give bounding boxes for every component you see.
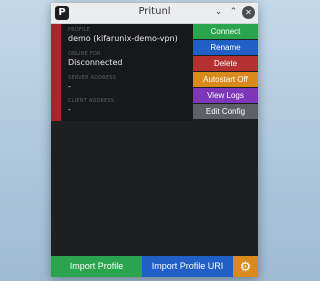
profile-status: Disconnected xyxy=(68,58,123,67)
profile-status-field: ONLINE FOR Disconnected xyxy=(68,51,122,67)
settings-button[interactable]: ⚙ xyxy=(233,256,258,277)
profile-name-label: PROFILE xyxy=(68,27,91,33)
client-address: - xyxy=(68,105,71,114)
profile-name-field: PROFILE demo (kifarunix-demo-vpn) xyxy=(68,27,178,43)
minimize-icon[interactable]: ⌄ xyxy=(212,6,225,19)
server-address-label: SERVER ADDRESS xyxy=(68,75,117,81)
client-address-label: CLIENT ADDRESS xyxy=(68,98,115,104)
import-profile-button[interactable]: Import Profile xyxy=(51,256,142,277)
pritunl-window: P Pritunl ⌄ ⌃ ✕ PROFILE demo (kifarunix-… xyxy=(51,3,258,277)
client-address-field: CLIENT ADDRESS - xyxy=(68,98,114,114)
import-profile-uri-button[interactable]: Import Profile URI xyxy=(142,256,233,277)
profile-card: PROFILE demo (kifarunix-demo-vpn) ONLINE… xyxy=(51,24,193,121)
delete-button[interactable]: Delete xyxy=(193,56,258,71)
profile-actions-menu: Connect Rename Delete Autostart Off View… xyxy=(193,24,258,120)
edit-config-button[interactable]: Edit Config xyxy=(193,104,258,119)
profile-status-label: ONLINE FOR xyxy=(68,51,101,57)
gear-icon: ⚙ xyxy=(239,259,252,274)
profile-name: demo (kifarunix-demo-vpn) xyxy=(68,34,178,43)
close-icon[interactable]: ✕ xyxy=(242,6,255,19)
profile-status-bar xyxy=(51,24,61,121)
profiles-area xyxy=(51,121,258,256)
maximize-icon[interactable]: ⌃ xyxy=(227,6,240,19)
autostart-button[interactable]: Autostart Off xyxy=(193,72,258,87)
connect-button[interactable]: Connect xyxy=(193,24,258,39)
title-bar[interactable]: P Pritunl ⌄ ⌃ ✕ xyxy=(51,3,258,24)
server-address-field: SERVER ADDRESS - xyxy=(68,75,116,91)
view-logs-button[interactable]: View Logs xyxy=(193,88,258,103)
rename-button[interactable]: Rename xyxy=(193,40,258,55)
server-address: - xyxy=(68,82,71,91)
